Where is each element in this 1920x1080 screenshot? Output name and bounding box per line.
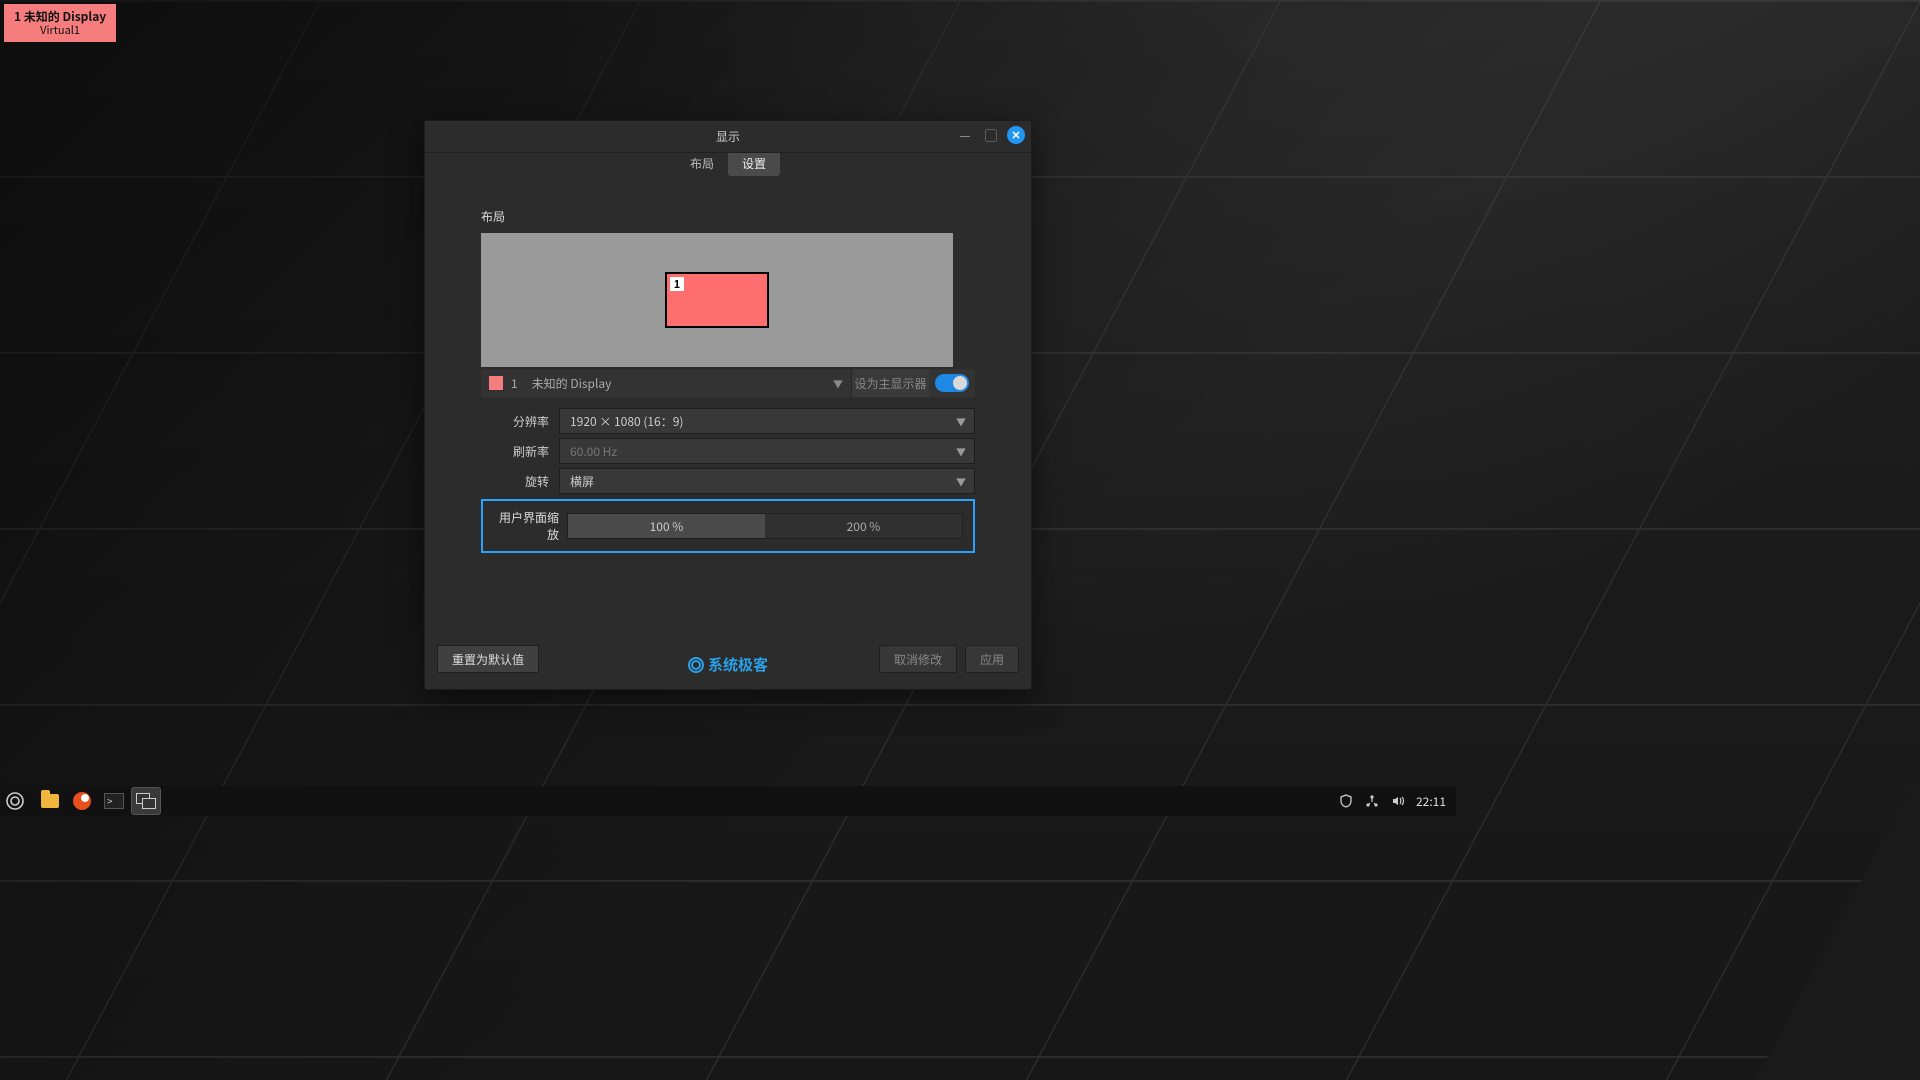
taskbar-files[interactable]	[36, 788, 64, 814]
ui-scale-label: 用户界面缩放	[493, 509, 559, 543]
resolution-label: 分辨率	[481, 413, 559, 430]
rotation-label: 旋转	[481, 473, 559, 490]
tray-network-icon[interactable]	[1364, 793, 1380, 809]
display-id-overlay: 1 未知的 Display Virtual1	[4, 4, 116, 42]
displays-icon	[136, 793, 156, 809]
minimize-button[interactable]: —	[955, 125, 975, 145]
taskbar-terminal[interactable]	[100, 788, 128, 814]
resolution-combo[interactable]: 1920 × 1080 (16：9) ▼	[559, 408, 975, 434]
tab-settings[interactable]: 设置	[728, 151, 780, 176]
watermark: 系统极客	[688, 654, 768, 675]
rotation-combo[interactable]: 横屏 ▼	[559, 468, 975, 494]
tray-volume-icon[interactable]	[1390, 793, 1406, 809]
tab-bar: 布局 设置	[425, 151, 1031, 180]
chevron-down-icon: ▼	[956, 414, 966, 429]
displays-window: 显示 — ▢ ✕ 布局 设置 布局 1 1 未知的 Display ▼ 设为主显…	[424, 120, 1032, 690]
tray-clock[interactable]: 22:11	[1416, 793, 1446, 810]
resolution-value: 1920 × 1080 (16：9)	[570, 413, 683, 430]
chevron-down-icon: ▼	[833, 376, 843, 391]
chevron-down-icon: ▼	[956, 444, 966, 459]
chevron-down-icon: ▼	[956, 474, 966, 489]
firefox-icon	[73, 792, 91, 810]
monitor-layout-canvas[interactable]: 1	[481, 233, 953, 367]
taskbar: 22:11	[0, 786, 1456, 816]
display-selector-index: 1	[511, 375, 518, 392]
taskbar-firefox[interactable]	[68, 788, 96, 814]
ui-scale-segmented: 100 % 200 %	[567, 513, 963, 539]
ui-scale-row: 用户界面缩放 100 % 200 %	[481, 499, 975, 553]
refresh-combo[interactable]: 60.00 Hz ▼	[559, 438, 975, 464]
cancel-button[interactable]: 取消修改	[879, 645, 957, 673]
refresh-value: 60.00 Hz	[570, 443, 617, 460]
start-menu-button[interactable]	[0, 786, 30, 816]
display-enabled-toggle[interactable]	[935, 374, 969, 392]
tab-layout[interactable]: 布局	[676, 151, 728, 176]
set-primary-button[interactable]: 设为主显示器	[851, 369, 929, 397]
tray-security-icon[interactable]	[1338, 793, 1354, 809]
scale-100-button[interactable]: 100 %	[568, 514, 765, 538]
display-color-swatch	[489, 376, 503, 390]
maximize-button[interactable]: ▢	[981, 125, 1001, 145]
display-selector-name: 未知的 Display	[532, 375, 612, 392]
monitor-1-index: 1	[670, 277, 684, 291]
display-selector[interactable]: 1 未知的 Display ▼	[481, 375, 851, 392]
rotation-value: 横屏	[570, 473, 594, 490]
titlebar[interactable]: 显示 — ▢ ✕	[425, 121, 1031, 153]
display-id-line2: Virtual1	[14, 24, 106, 37]
taskbar-displays[interactable]	[132, 788, 160, 814]
refresh-label: 刷新率	[481, 443, 559, 460]
apply-button[interactable]: 应用	[965, 645, 1019, 673]
monitor-1[interactable]: 1	[665, 272, 769, 328]
terminal-icon	[104, 793, 124, 809]
window-title: 显示	[716, 128, 740, 145]
scale-200-button[interactable]: 200 %	[765, 514, 962, 538]
watermark-icon	[688, 657, 704, 673]
reset-button[interactable]: 重置为默认值	[437, 645, 539, 673]
folder-icon	[41, 794, 59, 808]
section-layout-label: 布局	[481, 208, 975, 225]
watermark-text: 系统极客	[708, 654, 768, 675]
close-button[interactable]: ✕	[1007, 126, 1025, 144]
